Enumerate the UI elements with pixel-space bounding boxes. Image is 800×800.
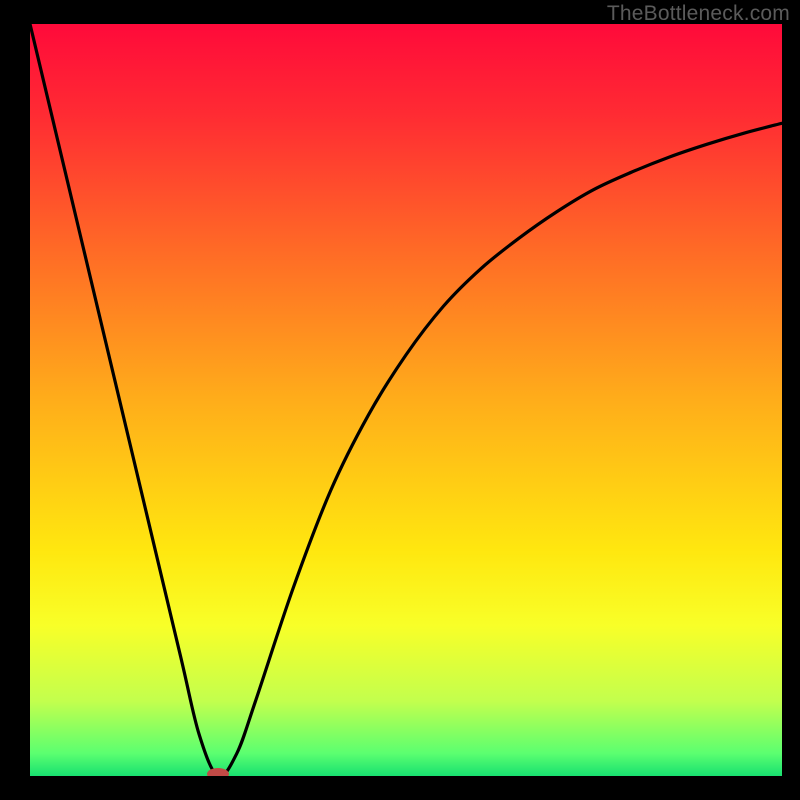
bottleneck-chart bbox=[0, 0, 800, 800]
watermark-label: TheBottleneck.com bbox=[607, 2, 790, 26]
optimum-marker bbox=[207, 768, 229, 780]
plot-background bbox=[30, 24, 782, 776]
chart-frame: TheBottleneck.com bbox=[0, 0, 800, 800]
